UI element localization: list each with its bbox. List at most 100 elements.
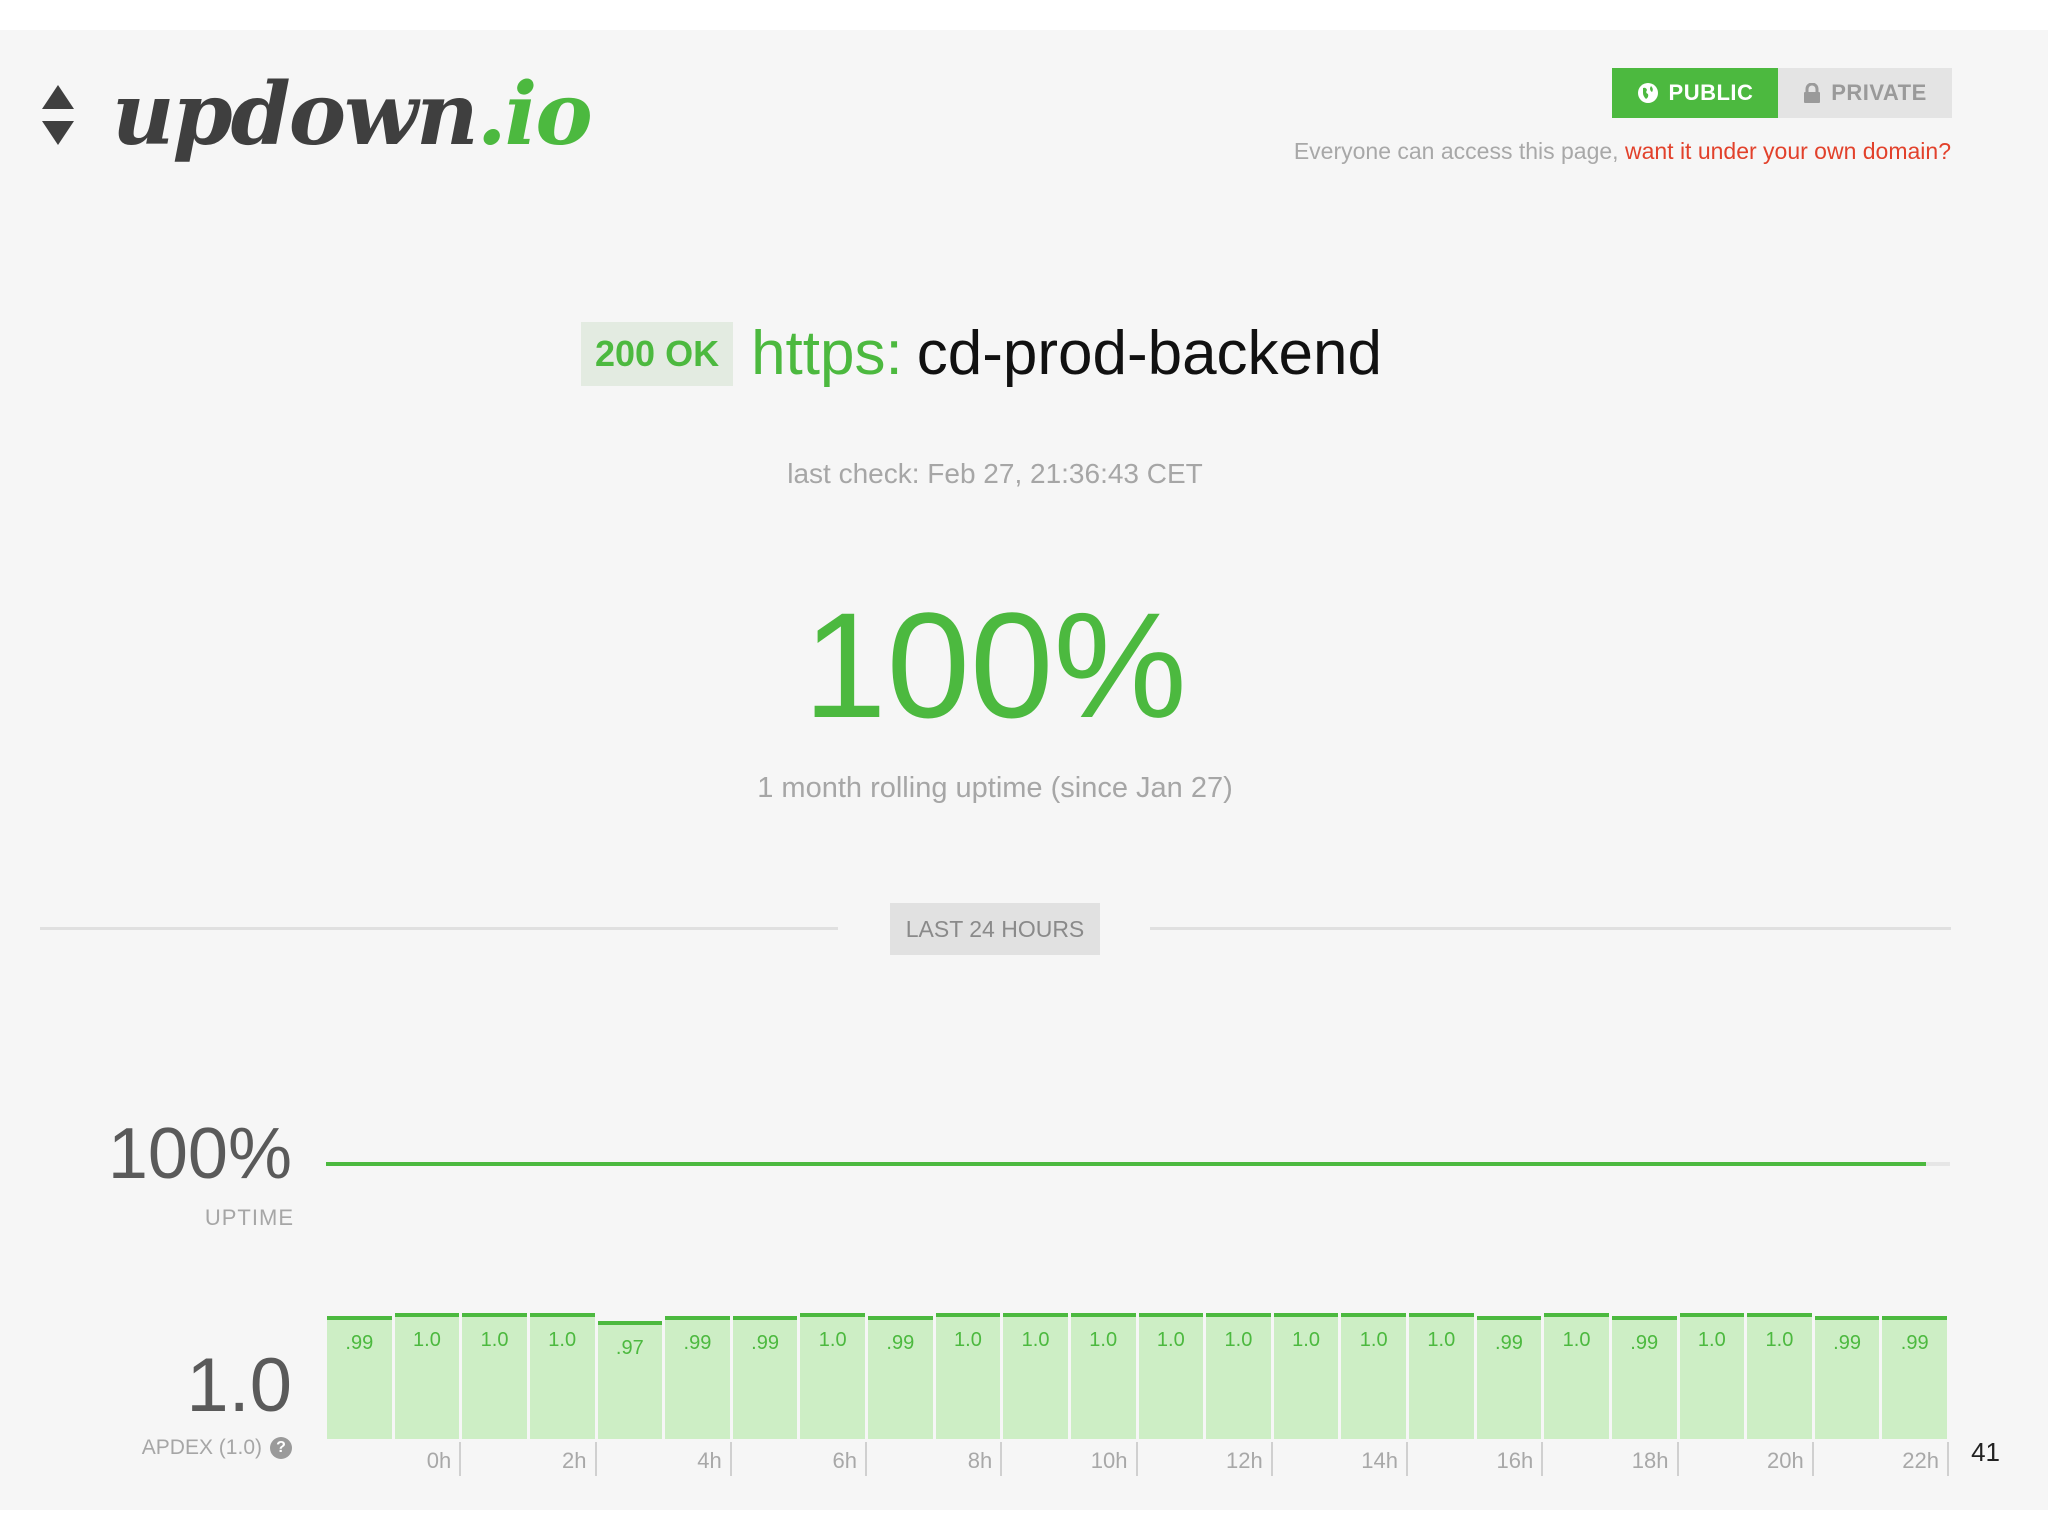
access-note: Everyone can access this page, want it u… bbox=[1294, 138, 1951, 165]
status-page: updown.io PUBLIC PRIVATE Everyone can ac… bbox=[0, 30, 2048, 1510]
question-circle-icon[interactable]: ? bbox=[270, 1437, 292, 1459]
own-domain-link[interactable]: want it under your own domain? bbox=[1625, 138, 1951, 164]
uptime-label: UPTIME bbox=[204, 1205, 294, 1230]
apdex-bar[interactable]: 1.0 bbox=[1544, 1313, 1609, 1439]
apdex-bar-label: 1.0 bbox=[818, 1329, 847, 1351]
apdex-bar[interactable]: .97 bbox=[597, 1320, 663, 1439]
hour-label: 0h bbox=[426, 1448, 452, 1473]
hour-label: 22h bbox=[1902, 1448, 1939, 1473]
hour-tick bbox=[459, 1442, 462, 1476]
logo-tld: .io bbox=[476, 64, 593, 165]
apdex-bar[interactable]: .99 bbox=[1814, 1315, 1880, 1439]
hour-tick bbox=[1541, 1442, 1544, 1476]
private-button[interactable]: PRIVATE bbox=[1778, 68, 1952, 118]
section-divider-right bbox=[1150, 927, 1951, 930]
hour-tick bbox=[594, 1442, 597, 1476]
hour-tick bbox=[1406, 1442, 1408, 1476]
apdex-bar[interactable]: 1.0 bbox=[1409, 1313, 1474, 1439]
apdex-bar-label: 1.0 bbox=[1359, 1329, 1388, 1351]
apdex-bar-label: 1.0 bbox=[548, 1329, 577, 1351]
last-check: last check: Feb 27, 21:36:43 CET bbox=[787, 458, 1203, 489]
hour-label: 2h bbox=[562, 1448, 587, 1473]
globe-icon bbox=[1637, 83, 1658, 103]
apdex-bar[interactable]: 1.0 bbox=[1341, 1313, 1406, 1439]
section-divider-left bbox=[40, 927, 838, 930]
apdex-bar-label: .99 bbox=[1833, 1331, 1861, 1354]
visibility-toggle: PUBLIC PRIVATE bbox=[1612, 68, 1952, 118]
apdex-bar-label: .97 bbox=[615, 1336, 644, 1359]
apdex-bar[interactable]: .99 bbox=[1611, 1315, 1677, 1439]
hour-tick bbox=[1811, 1442, 1814, 1476]
apdex-bar-label: .99 bbox=[1900, 1331, 1929, 1354]
hour-tick bbox=[1135, 1442, 1138, 1476]
apdex-bar[interactable]: 1.0 bbox=[394, 1313, 460, 1439]
apdex-bar-label: 1.0 bbox=[413, 1329, 441, 1351]
public-button[interactable]: PUBLIC bbox=[1612, 68, 1778, 118]
hour-tick bbox=[729, 1442, 732, 1476]
apdex-bar-label: 1.0 bbox=[1021, 1329, 1050, 1351]
apdex-bar[interactable]: .99 bbox=[1476, 1315, 1542, 1439]
hour-tick bbox=[1000, 1442, 1003, 1476]
hour-tick bbox=[1676, 1442, 1679, 1476]
apdex-bar[interactable]: 1.0 bbox=[1206, 1313, 1271, 1439]
apdex-value: 1.0 bbox=[186, 1343, 292, 1428]
monthly-uptime-caption: 1 month rolling uptime (since Jan 27) bbox=[757, 772, 1233, 804]
hour-axis: 0h 2h 4h 6h 8h 10h 12h 14h 16h 18h 20h 22h bbox=[327, 1442, 1950, 1482]
apdex-bar-label: .99 bbox=[751, 1331, 779, 1354]
hour-label: 8h bbox=[967, 1448, 993, 1473]
hour-label: 20h bbox=[1767, 1448, 1804, 1473]
public-label: PUBLIC bbox=[1668, 80, 1754, 105]
uptime-track bbox=[326, 1162, 1950, 1166]
apdex-bar-label: .99 bbox=[1495, 1331, 1523, 1354]
hour-tick bbox=[865, 1442, 867, 1476]
apdex-bar-label: .99 bbox=[886, 1331, 915, 1354]
apdex-bar[interactable]: 1.0 bbox=[1679, 1313, 1745, 1439]
apdex-bar[interactable]: 1.0 bbox=[935, 1313, 1001, 1439]
apdex-bar[interactable]: .99 bbox=[732, 1315, 798, 1439]
apdex-bar-label: 1.0 bbox=[1089, 1329, 1118, 1351]
apdex-bar[interactable]: 1.0 bbox=[1003, 1313, 1068, 1439]
apdex-bar-label: 1.0 bbox=[1224, 1329, 1253, 1351]
apdex-bar[interactable]: 1.0 bbox=[1747, 1313, 1812, 1439]
status-badge: 200 OK bbox=[581, 321, 734, 386]
apdex-bar-label: 1.0 bbox=[1697, 1329, 1726, 1351]
hour-label: 18h bbox=[1631, 1448, 1669, 1473]
apdex-label-wrap: APDEX (1.0) ? bbox=[142, 1436, 292, 1460]
apdex-bar[interactable]: .99 bbox=[1882, 1315, 1947, 1439]
apdex-bar[interactable]: 1.0 bbox=[529, 1313, 595, 1439]
apdex-bar[interactable]: .99 bbox=[327, 1315, 392, 1439]
apdex-bar[interactable]: .99 bbox=[868, 1315, 933, 1439]
hour-label: 4h bbox=[697, 1448, 722, 1473]
logo[interactable]: updown.io bbox=[40, 72, 593, 158]
apdex-label: APDEX (1.0) bbox=[141, 1436, 262, 1459]
apdex-bar[interactable]: .99 bbox=[665, 1315, 730, 1439]
apdex-bar-label: .99 bbox=[683, 1331, 712, 1354]
logo-name: updown bbox=[112, 64, 479, 165]
uptime-bar bbox=[326, 1162, 1926, 1166]
apdex-bar[interactable]: 1.0 bbox=[800, 1313, 865, 1439]
apdex-bar-label: 1.0 bbox=[480, 1329, 509, 1351]
hour-label: 6h bbox=[832, 1448, 857, 1473]
lock-icon bbox=[1804, 83, 1821, 103]
apdex-bar-label: 1.0 bbox=[1292, 1329, 1320, 1351]
hour-label: 16h bbox=[1496, 1448, 1534, 1473]
apdex-bar[interactable]: 1.0 bbox=[462, 1313, 527, 1439]
private-label: PRIVATE bbox=[1831, 80, 1927, 105]
monthly-uptime: 100% bbox=[803, 581, 1187, 749]
slide-number: 41 bbox=[1971, 1437, 2000, 1467]
apdex-bar[interactable]: 1.0 bbox=[1070, 1313, 1136, 1439]
up-down-arrows-icon bbox=[42, 85, 74, 145]
hour-label: 14h bbox=[1361, 1448, 1398, 1473]
hour-label: 10h bbox=[1090, 1448, 1128, 1473]
apdex-bar-label: .99 bbox=[1630, 1331, 1659, 1354]
apdex-bar[interactable]: 1.0 bbox=[1138, 1313, 1204, 1439]
apdex-bar-label: 1.0 bbox=[1765, 1329, 1794, 1351]
hour-label: 12h bbox=[1226, 1448, 1263, 1473]
section-label: LAST 24 HOURS bbox=[890, 903, 1100, 955]
check-protocol: https: bbox=[751, 319, 903, 388]
uptime-value: 100% bbox=[107, 1114, 292, 1194]
apdex-bar-label: 1.0 bbox=[954, 1329, 982, 1351]
check-heading: 200 OK https: cd-prod-backend bbox=[0, 318, 2048, 389]
hour-tick bbox=[1270, 1442, 1273, 1476]
apdex-bar[interactable]: 1.0 bbox=[1273, 1313, 1339, 1439]
